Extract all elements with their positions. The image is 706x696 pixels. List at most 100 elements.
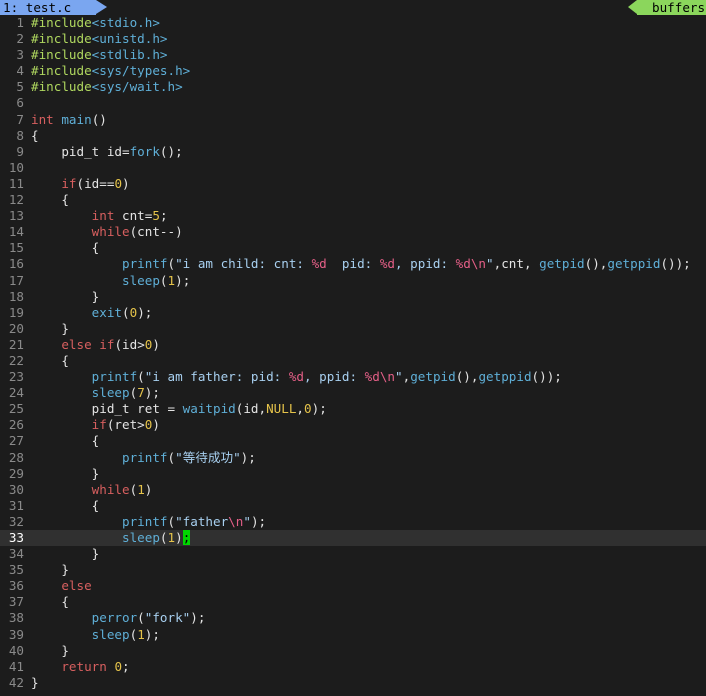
code-line[interactable]: 11 if(id==0) [0, 176, 706, 192]
line-number: 32 [8, 513, 24, 529]
code-line[interactable]: 5 #include<sys/wait.h> [0, 79, 706, 95]
line-number: 3 [16, 47, 24, 63]
code-text: } [31, 562, 69, 578]
line-number: 12 [8, 192, 24, 208]
code-line[interactable]: 40 } [0, 643, 706, 659]
code-text: exit(0); [91, 304, 153, 320]
code-text: printf("i am child: cnt: %d pid: %d, ppi… [122, 256, 691, 272]
code-line[interactable]: 13 int cnt=5; [0, 208, 706, 224]
code-text: int main() [31, 111, 107, 127]
code-text: else if(id>0) [61, 336, 160, 352]
line-number: 13 [8, 208, 24, 224]
code-line[interactable]: 15 { [0, 240, 706, 256]
code-line[interactable]: 2 #include<unistd.h> [0, 31, 706, 47]
code-line[interactable]: 3 #include<stdlib.h> [0, 47, 706, 63]
buffers-label[interactable]: buffers [637, 0, 706, 15]
code-line[interactable]: 12 { [0, 192, 706, 208]
line-number: 4 [16, 63, 24, 79]
code-text: while(1) [91, 481, 153, 497]
code-text: } [31, 465, 100, 481]
code-line[interactable]: 29 } [0, 466, 706, 482]
code-line[interactable]: 21 else if(id>0) [0, 337, 706, 353]
code-text: { [31, 352, 69, 368]
line-number: 1 [16, 15, 24, 30]
code-line[interactable]: 35 } [0, 562, 706, 578]
code-text: { [31, 192, 69, 208]
code-text: #include<sys/wait.h> [31, 79, 183, 95]
line-number: 34 [8, 546, 24, 562]
code-line[interactable]: 23 printf("i am father: pid: %d, ppid: %… [0, 369, 706, 385]
code-line[interactable]: 19 exit(0); [0, 305, 706, 321]
code-line[interactable]: 41 return 0; [0, 659, 706, 675]
code-line[interactable]: 38 perror("fork"); [0, 610, 706, 626]
code-line[interactable]: 7 int main() [0, 112, 706, 128]
line-number: 17 [8, 272, 24, 288]
code-line[interactable]: 9 pid_t id=fork(); [0, 144, 706, 160]
line-number: 25 [8, 401, 24, 417]
code-text: } [31, 320, 69, 336]
line-number: 29 [8, 465, 24, 481]
code-line[interactable]: 26 if(ret>0) [0, 417, 706, 433]
code-line[interactable]: 18 } [0, 289, 706, 305]
code-line[interactable]: 20 } [0, 321, 706, 337]
line-number: 18 [8, 288, 24, 304]
line-number: 42 [8, 674, 24, 690]
line-number: 26 [8, 417, 24, 433]
code-line[interactable]: 16 printf("i am child: cnt: %d pid: %d, … [0, 256, 706, 272]
code-text: { [31, 497, 100, 513]
code-line[interactable]: 36 else [0, 578, 706, 594]
code-line[interactable]: 30 while(1) [0, 482, 706, 498]
line-number: 6 [16, 95, 24, 111]
code-line[interactable]: 4 #include<sys/types.h> [0, 63, 706, 79]
code-line[interactable]: 8{ [0, 128, 706, 144]
code-text: printf("等待成功"); [122, 449, 256, 465]
line-number: 11 [8, 175, 24, 191]
tab-test-c[interactable]: 1: test.c [0, 0, 96, 15]
line-number: 39 [8, 626, 24, 642]
code-line[interactable]: 22 { [0, 353, 706, 369]
code-text: #include<unistd.h> [31, 31, 168, 47]
line-number: 31 [8, 497, 24, 513]
line-number: 36 [8, 578, 24, 594]
code-text: pid_t id=fork(); [31, 143, 183, 159]
code-line[interactable]: 31 { [0, 498, 706, 514]
line-number: 35 [8, 562, 24, 578]
code-line[interactable]: 42} [0, 675, 706, 691]
line-number: 20 [8, 320, 24, 336]
code-line[interactable]: 37 { [0, 594, 706, 610]
code-text: { [31, 127, 39, 143]
tabline: 1: test.c buffers [0, 0, 706, 16]
code-text: } [31, 288, 100, 304]
code-line[interactable]: 28 printf("等待成功"); [0, 450, 706, 466]
code-text: { [31, 240, 100, 256]
line-number: 40 [8, 642, 24, 658]
code-line[interactable]: 6 [0, 95, 706, 111]
code-line[interactable]: 24 sleep(7); [0, 385, 706, 401]
code-text: #include<sys/types.h> [31, 63, 191, 79]
code-line[interactable]: 39 sleep(1); [0, 627, 706, 643]
code-line[interactable]: 14 while(cnt--) [0, 224, 706, 240]
line-number: 28 [8, 449, 24, 465]
line-number: 33 [8, 530, 24, 545]
code-line[interactable]: 17 sleep(1); [0, 273, 706, 289]
code-line-current[interactable]: 33 sleep(1); [0, 530, 706, 547]
code-text: sleep(1); [91, 626, 160, 642]
code-line[interactable]: 32 printf("father\n"); [0, 514, 706, 530]
line-number: 10 [8, 159, 24, 175]
code-line[interactable]: 10 [0, 160, 706, 176]
line-number: 23 [8, 369, 24, 385]
line-number: 24 [8, 385, 24, 401]
code-text: perror("fork"); [91, 610, 206, 626]
code-text: printf("i am father: pid: %d, ppid: %d\n… [91, 369, 562, 385]
code-editor[interactable]: 1 #include<stdio.h> 2 #include<unistd.h> 3 #i… [0, 15, 706, 691]
line-number: 9 [16, 143, 24, 159]
code-line[interactable]: 1 #include<stdio.h> [0, 15, 706, 31]
code-line[interactable]: 27 { [0, 433, 706, 449]
line-number: 19 [8, 304, 24, 320]
code-line[interactable]: 34 } [0, 546, 706, 562]
line-number: 15 [8, 240, 24, 256]
code-text: if(ret>0) [91, 417, 160, 433]
code-line[interactable]: 25 pid_t ret = waitpid(id,NULL,0); [0, 401, 706, 417]
code-text: sleep(1); [122, 272, 191, 288]
code-text: #include<stdio.h> [31, 15, 160, 30]
